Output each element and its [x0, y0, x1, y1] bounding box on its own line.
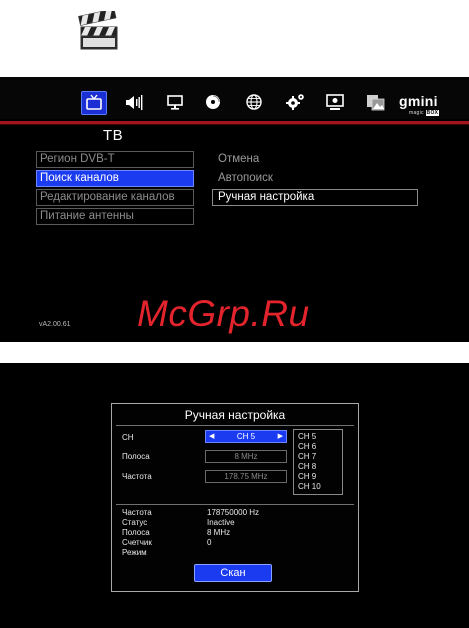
manual-tuning-dialog: Ручная настройка CH ◀ CH 5 ▶ Полоса 8 MH…	[111, 403, 359, 592]
list-item[interactable]: CH 8	[298, 462, 316, 471]
info-status-value: Inactive	[207, 518, 235, 527]
bandwidth-field[interactable]: 8 MHz	[205, 450, 287, 463]
globe-icon[interactable]	[242, 91, 268, 115]
arrow-right-icon[interactable]: ▶	[278, 431, 283, 442]
info-frequency-label: Частота	[122, 508, 152, 517]
screen-settings-icon[interactable]	[323, 91, 349, 115]
brand-logo: gmini	[399, 93, 438, 109]
manual-tuning-screen: Ручная настройка CH ◀ CH 5 ▶ Полоса 8 MH…	[0, 363, 469, 628]
ch-selector-value: CH 5	[236, 432, 256, 441]
scan-button[interactable]: Скан	[194, 564, 272, 582]
info-counter-value: 0	[207, 538, 212, 547]
info-bandwidth-value: 8 MHz	[207, 528, 231, 537]
gears-icon[interactable]	[283, 91, 309, 115]
info-frequency-value: 178750000 Hz	[207, 508, 260, 517]
channel-list[interactable]: CH 5 CH 6 CH 7 CH 8 CH 9 CH 10	[293, 429, 343, 495]
arrow-left-icon[interactable]: ◀	[209, 431, 214, 442]
monitor-icon[interactable]	[163, 91, 189, 115]
list-item[interactable]: CH 5	[298, 432, 316, 441]
speaker-icon[interactable]	[122, 91, 148, 115]
info-mode-label: Режим	[122, 548, 147, 557]
list-item[interactable]: CH 9	[298, 472, 316, 481]
menu-item-channel-search[interactable]: Поиск каналов	[36, 170, 194, 187]
brand-subtitle: magic BOX	[409, 110, 440, 116]
bandwidth-label: Полоса	[122, 452, 150, 461]
dialog-title: Ручная настройка	[184, 408, 286, 422]
frequency-field[interactable]: 178.75 MHz	[205, 470, 287, 483]
clapperboard-icon	[78, 8, 120, 51]
menu-item-antenna-power[interactable]: Питание антенны	[36, 208, 194, 225]
page-title: ТВ	[103, 127, 124, 144]
ch-selector[interactable]: ◀ CH 5 ▶	[205, 430, 287, 443]
submenu-auto-search[interactable]: Автопоиск	[218, 172, 273, 184]
version-label: vA2.00.61	[39, 321, 71, 328]
menu-item-edit-channels[interactable]: Редактирование каналов	[36, 189, 194, 206]
submenu-manual-tuning[interactable]: Ручная настройка	[212, 189, 418, 206]
tv-icon[interactable]	[81, 91, 107, 115]
ch-label: CH	[122, 433, 134, 442]
list-item[interactable]: CH 10	[298, 482, 321, 491]
frequency-label: Частота	[122, 472, 152, 481]
info-counter-label: Счетчик	[122, 538, 152, 547]
submenu-cancel[interactable]: Отмена	[218, 153, 259, 165]
list-item[interactable]: CH 6	[298, 442, 316, 451]
list-item[interactable]: CH 7	[298, 452, 316, 461]
info-bandwidth-label: Полоса	[122, 528, 150, 537]
dialog-divider-top	[116, 425, 354, 426]
menu-item-region[interactable]: Регион DVB-T	[36, 151, 194, 168]
disc-icon[interactable]	[201, 91, 227, 115]
dialog-divider-middle	[116, 504, 354, 505]
photo-icon[interactable]	[363, 91, 389, 115]
info-status-label: Статус	[122, 518, 148, 527]
divider-shadow	[0, 124, 469, 125]
watermark: McGrp.Ru	[137, 293, 310, 334]
